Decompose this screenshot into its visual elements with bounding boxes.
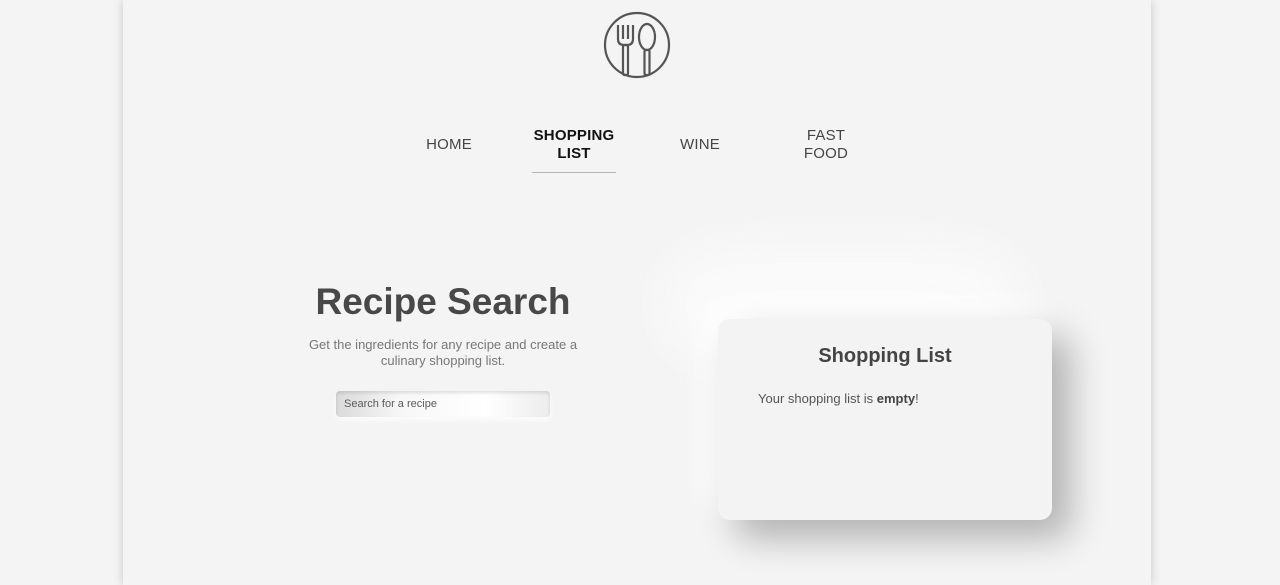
page-title: Recipe Search [315, 281, 571, 322]
status-word: empty [876, 391, 916, 406]
nav-item-home[interactable]: HOME [413, 118, 485, 172]
search-input[interactable] [336, 391, 550, 417]
nav-item-wine[interactable]: WINE [668, 118, 732, 172]
fork-spoon-icon[interactable] [603, 11, 671, 79]
page-subtitle: Get the ingredients for any recipe and c… [308, 337, 578, 368]
shopping-list-card: Shopping List Your shopping list is empt… [718, 319, 1052, 520]
status-suffix: ! [915, 391, 919, 406]
status-prefix: Your shopping list is [758, 391, 877, 406]
main-nav: HOME SHOPPING LIST WINE FAST FOOD [123, 118, 1151, 178]
nav-item-shopping-list[interactable]: SHOPPING LIST [532, 118, 616, 173]
shopping-list-title: Shopping List [818, 345, 952, 367]
nav-item-fast-food[interactable]: FAST FOOD [783, 118, 869, 172]
page-container: HOME SHOPPING LIST WINE FAST FOOD Recipe… [123, 0, 1151, 585]
shopping-list-status: Your shopping list is empty! [758, 391, 919, 406]
nav-item-label: SHOPPING LIST [533, 127, 615, 162]
